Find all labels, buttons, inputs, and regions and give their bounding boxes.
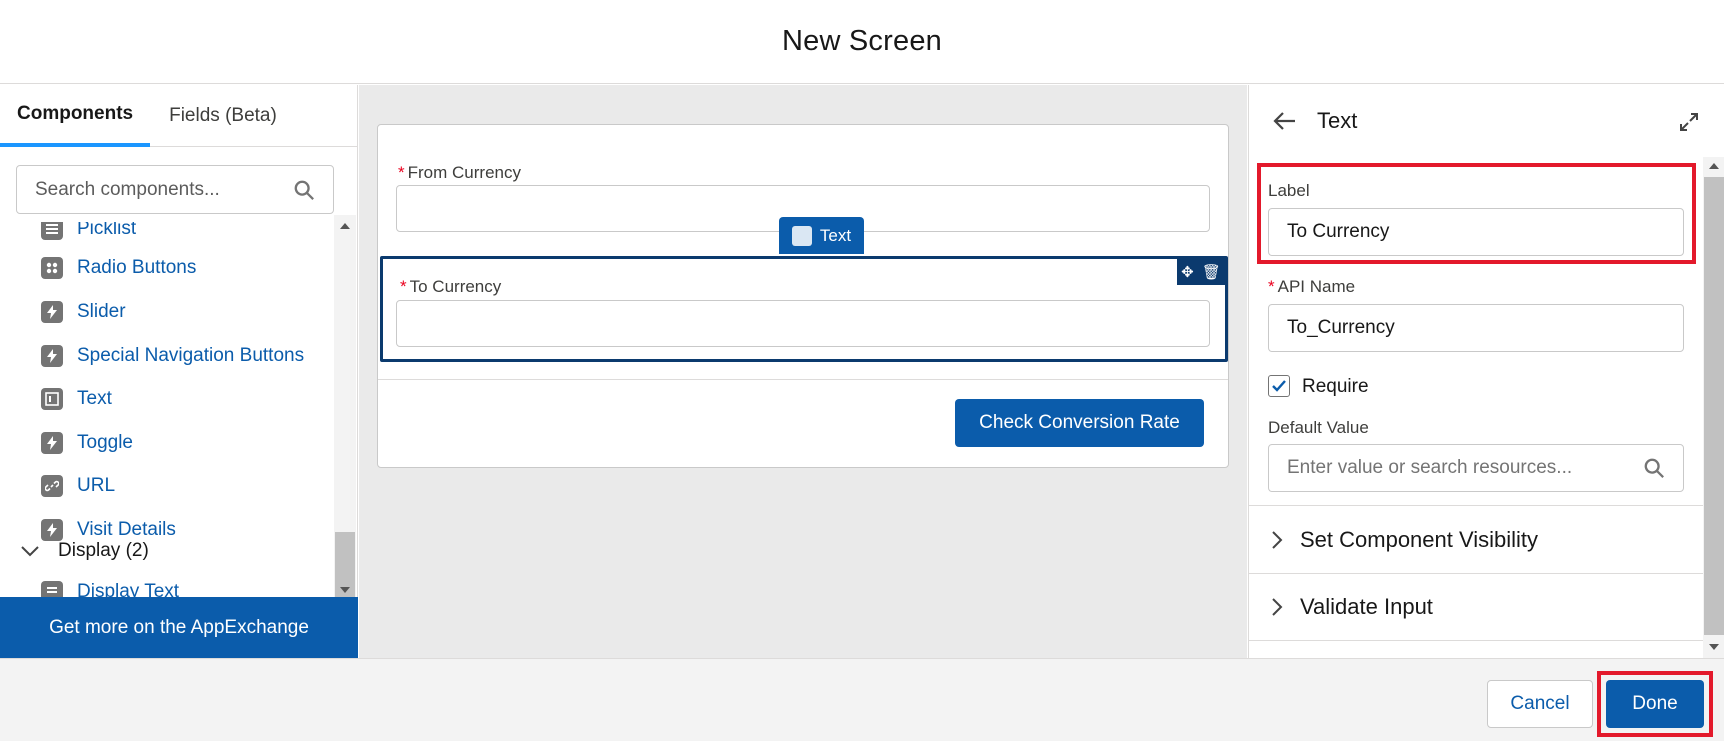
label-field-label: Label <box>1268 181 1310 200</box>
scroll-down-arrow[interactable] <box>340 587 350 593</box>
appexchange-link[interactable]: Get more on the AppExchange <box>0 597 358 658</box>
modal-title: New Screen <box>782 25 942 57</box>
label-input-value: To Currency <box>1287 221 1390 242</box>
lightning-icon <box>41 519 63 541</box>
lightning-icon <box>41 345 63 367</box>
done-button[interactable]: Done <box>1606 680 1704 728</box>
scrollbar-thumb[interactable] <box>1704 177 1724 635</box>
list-item-label: Text <box>77 388 112 409</box>
move-icon[interactable]: ✥ <box>1181 263 1194 281</box>
badge-label: Text <box>819 225 852 245</box>
tab-components[interactable]: Components <box>0 85 151 147</box>
tab-fields-beta[interactable]: Fields (Beta) <box>150 85 294 147</box>
screen-canvas: * From Currency Text ✥ 🗑 * To Currency Che… <box>359 85 1247 658</box>
list-item-label: Toggle <box>77 432 133 453</box>
required-marker: * <box>1268 277 1275 296</box>
sidebar-scrollbar[interactable] <box>334 215 356 614</box>
delete-icon[interactable]: 🗑 <box>1202 263 1221 281</box>
section-set-component-visibility[interactable]: Set Component Visibility <box>1249 505 1703 573</box>
default-value-input[interactable]: Enter value or search resources... <box>1268 444 1684 492</box>
lightning-icon <box>41 432 63 454</box>
api-name-label-text: API Name <box>1277 277 1356 296</box>
text-box-icon <box>41 388 63 410</box>
group-label: Display (2) <box>58 540 149 561</box>
component-tools: ✥ 🗑 <box>1177 259 1225 285</box>
cancel-button[interactable]: Cancel <box>1487 680 1593 728</box>
section-label: Validate Input <box>1300 594 1433 619</box>
list-item[interactable]: Picklist <box>41 222 136 244</box>
api-name-input[interactable]: To_Currency <box>1268 304 1684 352</box>
lightning-icon <box>41 301 63 323</box>
link-icon <box>41 475 63 497</box>
to-currency-label-text: To Currency <box>409 277 502 296</box>
default-value-label: Default Value <box>1268 418 1369 437</box>
search-components-input[interactable]: Search components... <box>16 165 334 214</box>
default-value-placeholder: Enter value or search resources... <box>1287 457 1573 478</box>
from-currency-label-text: From Currency <box>407 163 521 182</box>
chevron-right-icon <box>1272 598 1283 616</box>
list-item-label: Picklist <box>77 222 137 239</box>
text-box-icon <box>791 225 812 246</box>
to-currency-label: * To Currency <box>400 277 501 297</box>
section-label: Set Component Visibility <box>1300 526 1539 552</box>
divider <box>378 379 1228 380</box>
chevron-down-icon <box>21 546 39 557</box>
radio-grid-icon <box>41 257 63 279</box>
list-item-label: Radio Buttons <box>77 257 197 278</box>
check-conversion-rate-button[interactable]: Check Conversion Rate <box>955 399 1204 447</box>
group-display[interactable]: Display (2) <box>20 540 149 562</box>
component-list: Picklist Radio Buttons Slider Special Na… <box>0 222 334 602</box>
expand-icon[interactable] <box>1679 112 1699 132</box>
search-icon <box>1644 458 1664 478</box>
api-name-value: To_Currency <box>1287 317 1395 338</box>
list-item-label: Visit Details <box>77 519 176 540</box>
list-item[interactable]: URL <box>41 471 115 501</box>
to-currency-input[interactable] <box>396 300 1210 347</box>
list-item-label: Special Navigation Buttons <box>77 345 305 366</box>
list-item-label: Slider <box>77 301 126 322</box>
properties-scrollbar[interactable] <box>1703 157 1724 658</box>
list-item[interactable]: Special Navigation Buttons <box>41 341 304 371</box>
components-sidebar: Components Fields (Beta) Search componen… <box>0 85 358 658</box>
api-name-label: * API Name <box>1268 277 1355 297</box>
sidebar-tabs: Components Fields (Beta) <box>0 85 357 147</box>
search-placeholder: Search components... <box>35 178 220 200</box>
require-label: Require <box>1302 376 1369 397</box>
properties-title: Text <box>1317 108 1358 133</box>
required-marker: * <box>398 163 405 182</box>
screen-card: * From Currency Text ✥ 🗑 * To Currency Che… <box>377 124 1229 468</box>
list-item[interactable]: Radio Buttons <box>41 253 196 283</box>
list-item-label: URL <box>77 475 116 496</box>
scroll-up-arrow[interactable] <box>340 223 350 229</box>
list-item[interactable]: Text <box>41 384 112 414</box>
scroll-down-arrow[interactable] <box>1709 644 1719 650</box>
modal-footer: Cancel Done <box>0 658 1724 741</box>
back-arrow-icon[interactable] <box>1273 111 1297 131</box>
properties-panel: Text Label To Currency * API Name To_Curr… <box>1248 85 1724 658</box>
required-marker: * <box>400 277 407 296</box>
list-item[interactable]: Slider <box>41 297 126 327</box>
checkmark-icon <box>1272 380 1286 392</box>
scroll-up-arrow[interactable] <box>1709 163 1719 169</box>
chevron-right-icon <box>1272 530 1283 549</box>
selected-component[interactable]: ✥ 🗑 * To Currency <box>380 256 1228 362</box>
label-input[interactable]: To Currency <box>1268 208 1684 256</box>
section-validate-input[interactable]: Validate Input <box>1249 573 1703 641</box>
properties-header: Text <box>1249 85 1724 157</box>
component-type-badge: Text <box>779 217 864 254</box>
modal-header: New Screen <box>0 0 1724 84</box>
from-currency-label: * From Currency <box>398 163 521 183</box>
require-checkbox[interactable] <box>1268 375 1290 397</box>
list-icon <box>41 222 63 240</box>
list-item[interactable]: Toggle <box>41 428 133 458</box>
search-icon <box>294 180 314 200</box>
